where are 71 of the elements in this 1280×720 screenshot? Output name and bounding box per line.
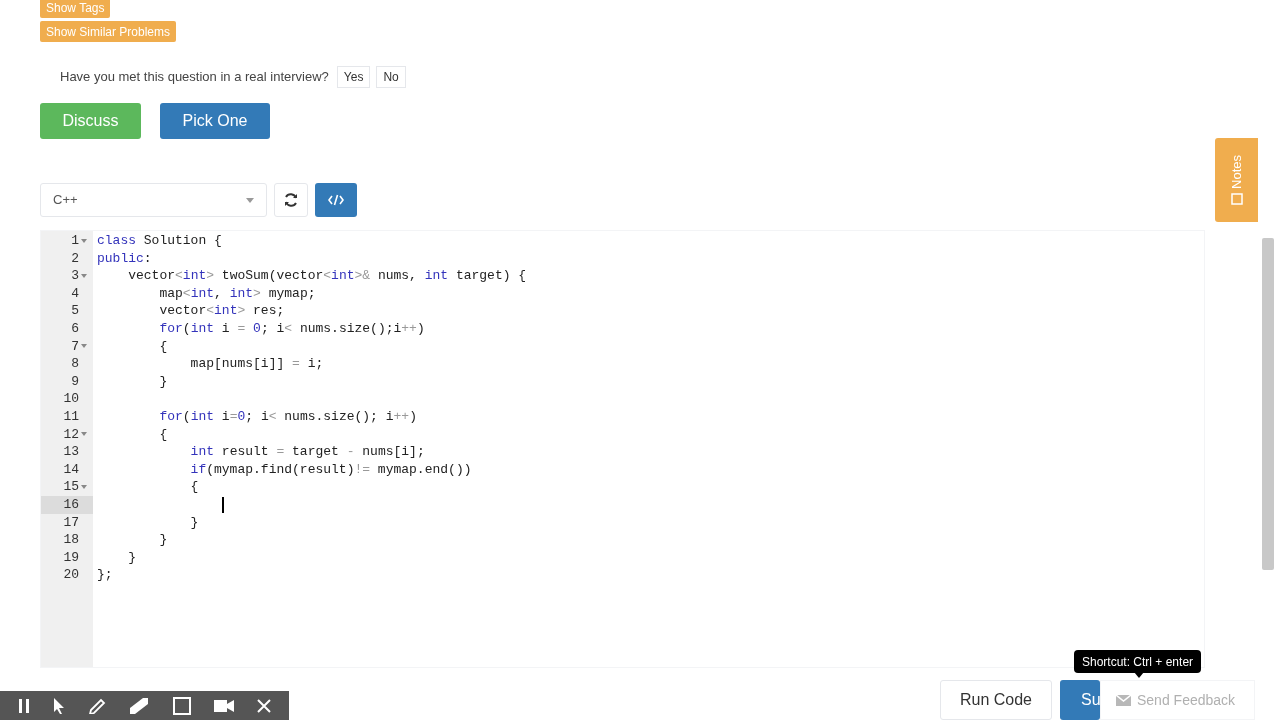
code-line: } [127,548,136,567]
run-code-button[interactable]: Run Code [940,680,1052,720]
refresh-icon [284,193,298,207]
fold-arrow-icon[interactable] [81,485,87,490]
line-number: 7 [71,337,79,356]
square-icon [1230,193,1243,205]
code-line: public: [97,249,152,268]
fold-arrow-icon[interactable] [81,274,87,278]
line-number: 2 [71,249,79,268]
code-line: if(mymap.find(result)!= mymap.end()) [189,460,472,479]
code-line: } [158,531,168,550]
language-value: C++ [53,191,78,210]
text-cursor [222,496,224,513]
line-number: 4 [71,284,79,303]
line-number: 15 [63,478,79,497]
line-number: 3 [71,267,79,286]
line-number: 16 [63,495,79,514]
code-line: for(int i=0; i< nums.size(); i++) [158,408,417,426]
pick-one-button[interactable]: Pick One [160,103,270,139]
line-number: 17 [63,513,79,532]
line-number: 13 [63,443,79,462]
close-icon[interactable] [257,698,272,713]
code-line: map<int, int> mymap; [158,284,316,303]
code-icon [328,194,344,206]
fold-arrow-icon[interactable] [81,432,87,437]
line-number: 12 [63,425,79,444]
line-number: 5 [71,302,79,321]
rectangle-icon[interactable] [172,696,191,715]
code-button[interactable] [315,183,357,217]
discuss-button[interactable]: Discuss [40,103,141,139]
code-line: { [158,337,168,356]
language-select[interactable]: C++ [40,183,267,217]
line-number: 19 [63,548,79,567]
code-line: vector<int> twoSum(vector<int>& nums, int target) { [127,267,527,286]
line-number: 18 [63,531,79,550]
tooltip: Shortcut: Ctrl + enter [1074,650,1202,673]
line-number: 11 [63,408,79,426]
line-number: 14 [63,460,79,479]
code-line: for(int i = 0; i< nums.size();i++) [158,320,425,338]
line-number: 6 [71,320,79,338]
reset-button[interactable] [274,183,308,217]
code-line: int result = target - nums[i]; [189,443,425,462]
pencil-icon[interactable] [88,697,107,714]
video-camera-icon[interactable] [214,699,235,712]
line-number: 20 [63,566,79,585]
highlighter-icon[interactable] [129,697,150,714]
line-number: 8 [71,355,79,374]
scrollbar[interactable] [1262,238,1274,570]
code-line: { [158,425,168,444]
notes-label: Notes [1227,155,1245,189]
fold-arrow-icon[interactable] [81,344,87,349]
code-line: { [189,478,199,497]
code-line: } [189,513,199,532]
pause-icon[interactable] [17,698,30,713]
code-line: vector<int> res; [158,302,285,321]
code-line: class Solution { [97,232,222,251]
caret-icon [246,197,254,203]
code-line: }; [97,566,113,585]
send-feedback-label: Send Feedback [1137,690,1236,710]
line-number: 10 [63,390,79,409]
fold-arrow-icon[interactable] [81,238,87,243]
interview-question: Have you met this question in a real interview? [60,68,329,87]
submit-button[interactable]: Su [1060,680,1100,720]
envelope-icon [1116,694,1131,706]
code-line: } [158,372,168,391]
code-line: map[nums[i]] = i; [189,355,324,374]
answer-button[interactable]: Yes [336,66,371,88]
line-number: 9 [71,372,79,391]
cursor-icon[interactable] [52,697,65,714]
line-number: 1 [71,232,79,251]
answer-button[interactable]: No [376,66,406,88]
